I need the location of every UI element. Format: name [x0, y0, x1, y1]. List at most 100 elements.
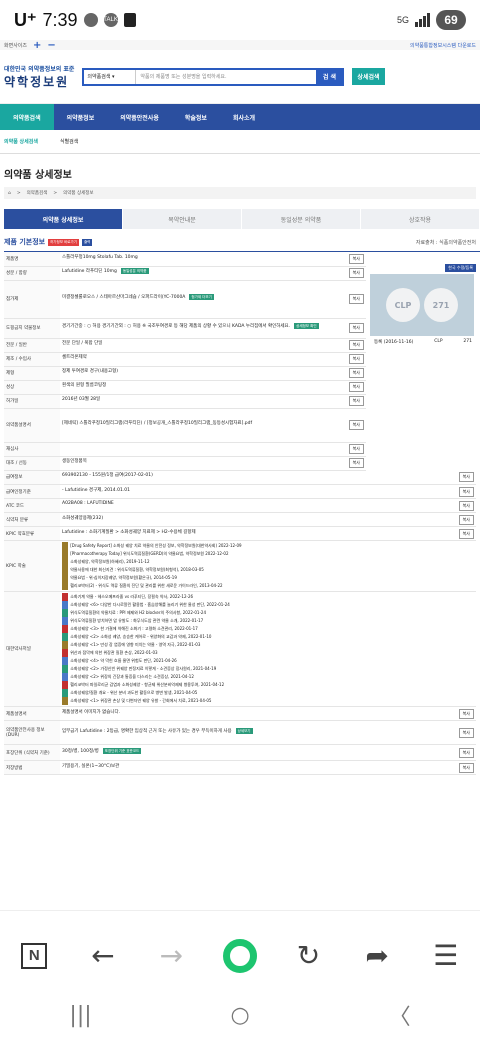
copy-button[interactable]: 복사: [348, 458, 364, 468]
copy-button[interactable]: 복사: [458, 486, 474, 497]
permit-link-button[interactable]: 허가정보 바로가기: [48, 238, 79, 246]
article-tag: [62, 697, 69, 705]
copy-button[interactable]: 복사: [348, 444, 364, 454]
article-item[interactable]: 소화성궤양 <1> 위장관 손상 및 다변자연 궤양 유발 - 간회에서 치료,…: [62, 697, 474, 705]
article-item[interactable]: [Pharmacotherapy Today] 위식도역류질환(GERD)의 약…: [62, 550, 474, 558]
row-action-button[interactable]: 상세정보 확인: [294, 323, 319, 329]
copy-button[interactable]: 복사: [458, 708, 474, 719]
article-title: 소화성궤양 <2> 소화성 궤양, 승승한 케어로 - 위양화의 교감과 약제,…: [70, 634, 212, 639]
article-item[interactable]: 소화기계 약물 - 헤스오메프라졸 vs 라푸티딘, 장필숙 약사, 2022-…: [62, 593, 474, 601]
row-value: 제품설명서 이미지가 없습니다.: [62, 709, 121, 715]
article-tag: [62, 689, 69, 697]
copy-button[interactable]: 복사: [348, 354, 364, 364]
copy-button[interactable]: 복사: [348, 268, 364, 278]
subnav-identify-search[interactable]: 식별검색: [60, 138, 78, 145]
article-item[interactable]: 위식도역류질환의 약물치료 : PPI 제제와 H2 blocker의 주의사항…: [62, 609, 474, 617]
row-action-button[interactable]: 상세보기: [235, 727, 253, 734]
copy-button[interactable]: 복사: [348, 382, 364, 392]
article-item[interactable]: 헬리코박터(2) - 위식도 역류 질환의 진단 및 관리를 위한 새로운 가이…: [62, 582, 474, 590]
site-logo[interactable]: 대한민국 의약품정보의 표준 약학정보원: [4, 64, 74, 90]
info-row: 재심사 복사: [4, 442, 366, 457]
tab-same-ingredient[interactable]: 동일성분 의약품: [242, 209, 361, 229]
article-item[interactable]: 소화성궤양 <2> 소화성 궤양, 승승한 케어로 - 위양화의 교감과 약제,…: [62, 633, 474, 641]
share-icon[interactable]: ➦: [353, 932, 401, 980]
info-row: 저장방법 기밀용기, 실온(1~30°C)보관 복사: [4, 760, 476, 775]
reload-icon[interactable]: ↻: [285, 932, 333, 980]
breadcrumb-item[interactable]: 의약품검색: [27, 190, 48, 196]
article-item[interactable]: 소화성궤양, 약학정보원(하혜리), 2019-11-12: [62, 558, 474, 566]
copy-button[interactable]: 복사: [458, 528, 474, 539]
search-input[interactable]: 약품의 제품명 또는 성분명을 입력하세요.: [136, 73, 316, 80]
pill-image[interactable]: CLP 271: [370, 274, 474, 336]
recent-apps-icon[interactable]: |||: [69, 1003, 91, 1028]
article-item[interactable]: 소화성궤양 <3> 한 가결에 약해진 소화기 : 고령화 소견관리, 2022…: [62, 625, 474, 633]
article-item[interactable]: 위산과 점막에 의한 위장관 질환 손상, 2022-01-03: [62, 649, 474, 657]
article-item[interactable]: 소화성궤양 <1> 만성 장 염증에 영향 미치는 약물 - 영역 자극, 20…: [62, 641, 474, 649]
system-home-icon[interactable]: ○: [231, 1003, 250, 1028]
source-label: 자료출처 : 식품의약품안전처: [415, 239, 476, 246]
row-value: 생동인정품목: [62, 459, 87, 464]
copy-button[interactable]: 복사: [458, 500, 474, 511]
article-item[interactable]: 소화성궤양 <2> 위장의 긴장과 통증을 다스리는 소견증상, 2021-04…: [62, 673, 474, 681]
row-header: 제품명: [4, 252, 60, 267]
copy-button[interactable]: 복사: [348, 253, 364, 264]
article-item[interactable]: 약물요법 - 위·십이지장궤양, 약학정보원(황은규), 2014-05-19: [62, 574, 474, 582]
row-action-button[interactable]: 동일성분 의약품: [120, 268, 149, 274]
article-tag: [62, 673, 69, 681]
menu-icon[interactable]: ☰: [422, 932, 470, 980]
copy-button[interactable]: 복사: [348, 340, 364, 350]
info-row: 의약품안전사용 정보(DUR) 임부금기 Lafutidine : 2등급, 명확…: [4, 720, 476, 745]
row-header: 성분 / 함량: [4, 266, 60, 281]
row-action-button[interactable]: 포장단위 기준 표준코드: [102, 747, 142, 754]
back-icon[interactable]: ←: [79, 932, 127, 980]
copy-button[interactable]: 복사: [458, 762, 474, 773]
tab-detail[interactable]: 의약품 상세정보: [4, 209, 123, 229]
info-row: 성분 / 함량 Lafutidine 라푸티딘 10mg 동일성분 의약품 복사: [4, 266, 366, 281]
tabs-button[interactable]: N: [10, 932, 58, 980]
article-item[interactable]: 헬리코박터 파일로리균 감염과 소화성궤양 - 항균제 위산분비억제제 병용투여…: [62, 681, 474, 689]
article-item[interactable]: 약물사용에 대한 최신지견 : 위식도역류질환, 약학정보원(최형석), 201…: [62, 566, 474, 574]
print-button[interactable]: 출력: [81, 238, 93, 246]
copy-button[interactable]: 복사: [458, 727, 474, 738]
row-value-cell: 2016년 03월 28일 복사: [60, 394, 366, 409]
zoom-in-button[interactable]: +: [33, 40, 41, 51]
row-value-cell: 셀트리온제약 복사: [60, 352, 366, 367]
article-item[interactable]: 위식도역류질환 방치하면 암 유발도 : 화무식도암 관련 약물 소개, 202…: [62, 617, 474, 625]
article-item[interactable]: [Drug Safety Report] 소화성 궤양 치료 약물의 안전성 정…: [62, 542, 474, 550]
info-row: 대한약사저널 소화기계 약물 - 헤스오메프라졸 vs 라푸티딘, 장필숙 약사…: [4, 591, 476, 707]
copy-button[interactable]: 복사: [458, 514, 474, 525]
detail-search-button[interactable]: 상세검색: [352, 68, 385, 85]
copy-button[interactable]: 복사: [348, 368, 364, 378]
search-button[interactable]: 검 색: [316, 69, 343, 84]
tab-interaction[interactable]: 상호작용: [361, 209, 480, 229]
side-edit-button[interactable]: 한국 수정/등록: [445, 264, 476, 272]
copy-button[interactable]: 복사: [348, 323, 364, 333]
nav-item-safety[interactable]: 의약품안전사용: [107, 104, 172, 130]
nav-item-about[interactable]: 회사소개: [220, 104, 268, 130]
row-value-cell: - Lafutidine 경구제, 2014.01.01 복사: [60, 484, 476, 499]
home-button[interactable]: [216, 932, 264, 980]
article-item[interactable]: 소화성궤양 <4> 약 막힌 흐름 물면 위험도 판단, 2021-04-26: [62, 657, 474, 665]
article-item[interactable]: 소화성궤양 <2> 가정신빈 위궤양 판정지료 이렇게 - 소견증상 장사원리,…: [62, 665, 474, 673]
search-category-select[interactable]: 의약품검색 ▾: [84, 69, 137, 84]
forward-icon[interactable]: →: [147, 932, 195, 980]
copy-button[interactable]: 복사: [348, 420, 364, 430]
pill-mark-back: 271: [463, 339, 472, 344]
nav-item-drug-info[interactable]: 의약품정보: [54, 104, 108, 130]
article-item[interactable]: 소화성궤양 <6> 다양한 다시로알린 활용법 - 흡습양해를 늘리기 위한 물…: [62, 601, 474, 609]
copy-button[interactable]: 복사: [458, 747, 474, 758]
row-action-button[interactable]: 첨가제 더보기: [189, 294, 214, 300]
download-link[interactable]: 의약품통합정보시스템 다운로드: [410, 42, 476, 49]
copy-button[interactable]: 복사: [458, 472, 474, 483]
tab-medication-guide[interactable]: 복약안내문: [123, 209, 242, 229]
home-icon[interactable]: ⌂: [8, 191, 11, 196]
subnav-detail-search[interactable]: 의약품 상세검색: [4, 138, 38, 145]
zoom-out-button[interactable]: −: [47, 40, 55, 51]
article-item[interactable]: 소화성궤양/질환 개요 - 위산 분비 과도한 활동으로 병변 발생, 2021…: [62, 689, 474, 697]
nav-item-drug-search[interactable]: 의약품검색: [0, 104, 54, 130]
system-back-icon[interactable]: 〈: [389, 999, 411, 1031]
nav-item-academic[interactable]: 학술정보: [172, 104, 220, 130]
copy-button[interactable]: 복사: [348, 396, 364, 406]
row-header: 제조 / 수입사: [4, 352, 60, 367]
copy-button[interactable]: 복사: [348, 294, 364, 304]
